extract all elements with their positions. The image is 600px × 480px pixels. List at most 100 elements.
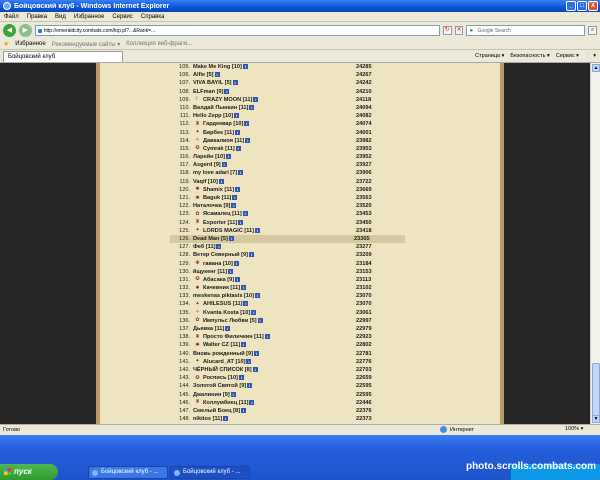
player-name[interactable]: Барбек [11] (203, 130, 234, 136)
player-info-icon[interactable]: i (248, 252, 254, 258)
player-info-icon[interactable]: i (241, 342, 247, 348)
menu-tools[interactable]: Сервис (112, 14, 133, 20)
clan-emblem-icon[interactable]: ✤ (193, 260, 202, 266)
player-name[interactable]: Вновь рожденный [9] (193, 351, 253, 357)
address-input[interactable]: http://emeraldcity.combats.com/top.pl?..… (34, 25, 440, 36)
forward-button[interactable]: ▶ (18, 24, 32, 37)
player-info-icon[interactable]: i (225, 326, 231, 332)
player-info-icon[interactable]: i (235, 129, 241, 135)
scroll-down-button[interactable]: ▼ (592, 415, 600, 423)
player-info-icon[interactable]: i (224, 88, 230, 94)
player-info-icon[interactable]: i (249, 399, 255, 405)
clan-emblem-icon[interactable]: ✧ (193, 137, 202, 143)
player-name[interactable]: VIVA BAYIL [5] (193, 80, 232, 86)
clan-emblem-icon[interactable]: ✺ (193, 342, 202, 348)
taskbar-item-1[interactable]: Бойцовский клуб - ... (88, 466, 168, 479)
player-info-icon[interactable]: i (214, 72, 220, 78)
player-info-icon[interactable]: i (247, 383, 253, 389)
clan-emblem-icon[interactable]: ✧ (193, 309, 202, 315)
clan-emblem-icon[interactable]: ✸ (193, 285, 202, 291)
player-info-icon[interactable]: i (245, 137, 251, 143)
player-name[interactable]: Ларейн [10] (193, 154, 225, 160)
tools-menu-button[interactable]: Сервис ▾ (556, 53, 579, 59)
favorites-link-suggested[interactable]: Рекомендуемые сайты ▾ (52, 41, 121, 48)
player-info-icon[interactable]: i (234, 113, 240, 119)
refresh-button[interactable]: ↻ (442, 26, 452, 35)
player-name[interactable]: LORDS MAGIC [11] (203, 228, 254, 234)
player-name[interactable]: ELFman [9] (193, 89, 223, 95)
player-info-icon[interactable]: i (241, 285, 247, 291)
player-name[interactable]: Shamix [11] (203, 187, 234, 193)
player-name[interactable]: гавана [10] (203, 261, 233, 267)
security-zone[interactable]: Интернет (440, 426, 474, 433)
player-name[interactable]: Ясамалец [11] (203, 211, 242, 217)
zoom-level[interactable]: 100% ▾ (565, 426, 583, 432)
player-name[interactable]: Kvanta Kosta [10] (203, 310, 250, 316)
player-info-icon[interactable]: i (223, 416, 229, 422)
clan-emblem-icon[interactable]: ✪ (193, 375, 202, 381)
player-info-icon[interactable]: i (249, 104, 255, 110)
clan-emblem-icon[interactable]: ✺ (193, 195, 202, 201)
player-name[interactable]: Наталочка [9] (193, 203, 230, 209)
favorites-button[interactable]: Избранное (15, 41, 45, 47)
player-name[interactable]: nikitos [11] (193, 416, 222, 422)
player-info-icon[interactable]: i (218, 178, 224, 184)
player-info-icon[interactable]: i (238, 219, 244, 225)
player-name[interactable]: Гардеквар [10] (203, 121, 243, 127)
player-name[interactable]: Dead Man [5] (193, 236, 228, 242)
player-name[interactable]: Cymrak [11] (203, 146, 235, 152)
maximize-button[interactable]: □ (577, 1, 587, 11)
player-name[interactable]: AHILESUS [11] (203, 301, 242, 307)
player-name[interactable]: Дьявка [11] (193, 326, 224, 332)
player-info-icon[interactable]: i (232, 195, 238, 201)
player-info-icon[interactable]: i (264, 334, 270, 340)
back-button[interactable]: ◀ (3, 24, 16, 37)
player-info-icon[interactable]: i (231, 203, 237, 209)
player-name[interactable]: Джалинин [9] (193, 392, 230, 398)
player-name[interactable]: CRAZY MOON [11] (203, 97, 252, 103)
menu-view[interactable]: Вид (55, 14, 66, 20)
player-name[interactable]: Asgerd [9] (193, 162, 221, 168)
player-name[interactable]: Просто Филичкин [11] (203, 334, 264, 340)
player-name[interactable]: Vaqif [10] (193, 179, 218, 185)
player-info-icon[interactable]: i (216, 244, 222, 250)
player-name[interactable]: my love adari [7] (193, 170, 237, 176)
player-name[interactable]: Ветер Северный [9] (193, 252, 248, 258)
clan-emblem-icon[interactable]: ✦ (193, 301, 202, 307)
player-name[interactable]: Качевник [11] (203, 285, 240, 291)
player-name[interactable]: Смелый Боец [8] (193, 408, 240, 414)
player-info-icon[interactable]: i (235, 186, 241, 192)
player-name[interactable]: йщукенг [11] (193, 269, 227, 275)
player-info-icon[interactable]: i (254, 293, 260, 299)
player-name[interactable]: Абасака [9] (203, 277, 234, 283)
player-name[interactable]: ЧЁРНЫЙ СПИСОК [8] (193, 367, 252, 373)
minimize-button[interactable]: _ (566, 1, 576, 11)
page-menu-button[interactable]: Страница ▾ (475, 53, 504, 59)
player-info-icon[interactable]: i (238, 375, 244, 381)
player-name[interactable]: Alfie [5] (193, 72, 214, 78)
clan-emblem-icon[interactable]: ♜ (193, 399, 202, 405)
clan-emblem-icon[interactable]: ✦ (193, 227, 202, 233)
clan-emblem-icon[interactable]: ✿ (193, 317, 202, 323)
player-info-icon[interactable]: i (251, 309, 257, 315)
player-info-icon[interactable]: i (235, 276, 241, 282)
clan-emblem-icon[interactable]: ♜ (193, 219, 202, 225)
player-info-icon[interactable]: i (230, 391, 236, 397)
player-name[interactable]: Walter CZ [11] (203, 342, 240, 348)
player-info-icon[interactable]: i (228, 268, 234, 274)
player-name[interactable]: Alucard_AT [10] (203, 359, 245, 365)
player-name[interactable]: Make Me King [10] (193, 64, 242, 70)
clan-emblem-icon[interactable]: ✪ (193, 145, 202, 151)
player-name[interactable]: Импульс Любви [5] (203, 318, 257, 324)
stop-button[interactable]: ✕ (454, 26, 464, 35)
clan-emblem-icon[interactable]: ✦ (193, 358, 202, 364)
player-info-icon[interactable]: i (244, 121, 250, 127)
player-name[interactable]: Baguk [11] (203, 195, 231, 201)
player-info-icon[interactable]: i (221, 162, 227, 168)
player-name[interactable]: Коллумбиец [11] (203, 400, 248, 406)
close-button[interactable]: X (588, 1, 598, 11)
clan-emblem-icon[interactable]: ✸ (193, 186, 202, 192)
vertical-scrollbar[interactable]: ▲ ▼ (590, 63, 600, 424)
player-info-icon[interactable]: i (232, 80, 238, 86)
player-info-icon[interactable]: i (254, 350, 260, 356)
